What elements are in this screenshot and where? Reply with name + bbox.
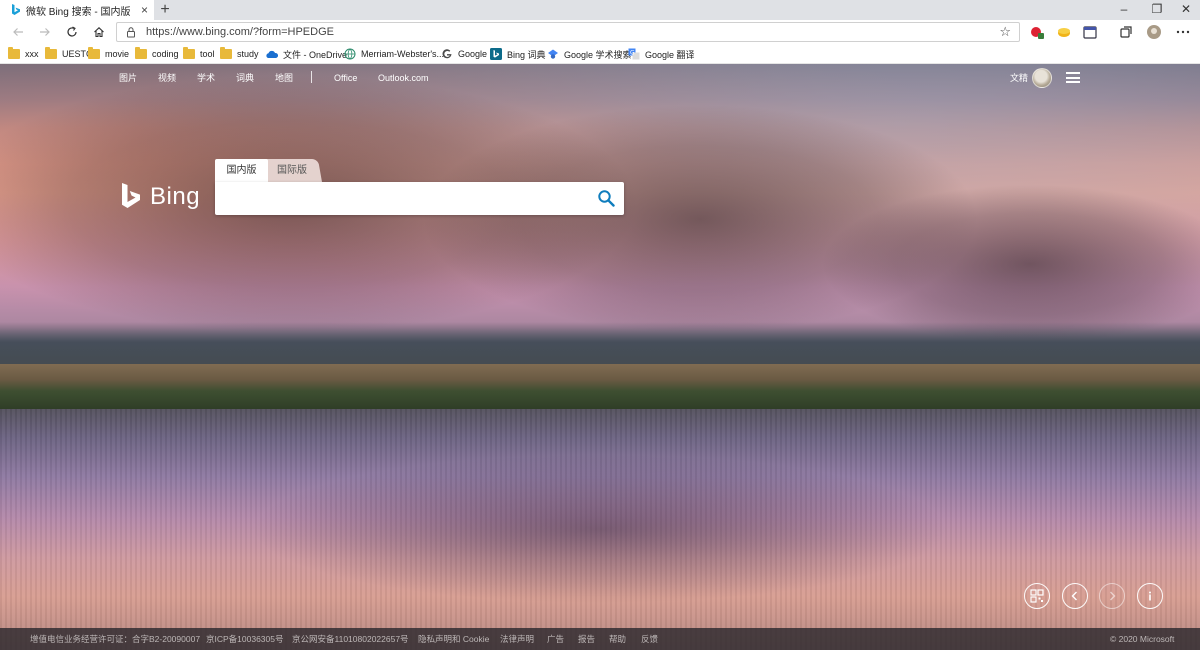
nav-maps[interactable]: 地图 [275,72,293,84]
bing-icon [490,48,502,60]
folder-icon [183,47,195,59]
adblock-extension-icon[interactable] [1029,24,1045,40]
google-icon [442,49,452,59]
image-info-button[interactable] [1137,583,1163,609]
scope-tab-international[interactable]: 国际版 [260,159,322,182]
folder-icon [45,47,57,59]
refresh-button[interactable] [64,24,80,40]
user-avatar[interactable] [1032,68,1052,88]
next-image-button[interactable] [1099,583,1125,609]
nav-office[interactable]: Office [334,72,357,84]
footer-feedback-link[interactable]: 反馈 [641,634,658,644]
bookmark-item[interactable]: G Google 翻译 [628,47,695,61]
browser-tab[interactable]: 微软 Bing 搜索 - 国内版 × [0,0,154,20]
footer-copyright: © 2020 Microsoft [1110,634,1175,644]
bing-footer: 增值电信业务经营许可证：合字B2-20090007 京ICP备10036305号… [0,628,1200,650]
favorite-star-icon[interactable]: ☆ [999,24,1011,39]
footer-privacy-link[interactable]: 隐私声明和 Cookie [418,634,489,644]
bookmark-item[interactable]: coding [135,47,179,61]
footer-ads-link[interactable]: 广告 [547,634,564,644]
forward-button[interactable] [37,24,53,40]
bookmark-item[interactable]: Merriam-Webster's... [344,47,444,61]
footer-help-link[interactable]: 帮助 [609,634,626,644]
bookmark-item[interactable]: movie [88,47,129,61]
user-name[interactable]: 文精 [1010,72,1028,84]
background-reeds [0,364,1200,409]
chevron-left-icon [1071,591,1077,601]
svg-text:G: G [630,49,635,56]
browser-tab-bar: 微软 Bing 搜索 - 国内版 × + – ❐ ✕ [0,0,1200,20]
bookmark-item[interactable]: 文件 - OneDrive [266,47,347,61]
bing-logo[interactable]: Bing [120,182,200,212]
more-options-icon[interactable] [1175,24,1191,40]
folder-icon [220,47,232,59]
bing-favicon-icon [10,4,20,16]
scope-tab-domestic[interactable]: 国内版 [215,159,268,182]
globe-icon [344,48,356,60]
scholar-icon [548,49,558,59]
calendar-extension-icon[interactable] [1082,24,1098,40]
restore-button[interactable]: ❐ [1147,2,1167,16]
bing-logo-text: Bing [150,183,201,210]
footer-police-link[interactable]: 京公网安备11010802022657号 [292,634,409,644]
home-icon [94,27,104,38]
bing-logo-icon [122,183,140,208]
bookmarks-bar: xxx UESTC movie coding tool study 文件 - O… [0,44,1200,64]
close-window-button[interactable]: ✕ [1176,2,1196,16]
address-bar[interactable]: https://www.bing.com/?form=HPEDGE ☆ [116,22,1020,42]
refresh-icon [67,26,77,37]
home-button[interactable] [91,24,107,40]
back-arrow-icon [13,28,23,36]
minimize-button[interactable]: – [1114,2,1134,16]
onedrive-icon [266,50,278,58]
nav-videos[interactable]: 视频 [158,72,176,84]
bookmark-item[interactable]: UESTC [45,47,93,61]
back-button[interactable] [10,24,26,40]
bookmark-item[interactable]: xxx [8,47,39,61]
address-url[interactable]: https://www.bing.com/?form=HPEDGE [146,25,334,39]
folder-icon [8,47,20,59]
nav-outlook[interactable]: Outlook.com [378,72,429,84]
footer-report-link[interactable]: 报告 [578,634,595,644]
new-tab-button[interactable]: + [158,1,172,19]
bookmark-item[interactable]: study [220,47,259,61]
coins-extension-icon[interactable] [1056,24,1072,40]
lock-icon[interactable] [125,26,137,38]
bookmark-item[interactable]: Google 学术搜索 [547,47,632,61]
chevron-right-icon [1110,591,1116,601]
bing-homepage: 图片 视频 学术 词典 地图 Office Outlook.com 文精 Bin… [0,64,1200,650]
search-button[interactable] [596,188,616,208]
bing-top-nav: 图片 视频 学术 词典 地图 Office Outlook.com 文精 [0,64,1200,92]
bookmark-item[interactable]: tool [183,47,215,61]
forward-arrow-icon [40,28,50,36]
previous-image-button[interactable] [1062,583,1088,609]
profile-avatar-icon[interactable] [1146,24,1162,40]
nav-academic[interactable]: 学术 [197,72,215,84]
search-input[interactable] [225,189,585,209]
collections-icon[interactable] [1118,24,1134,40]
bookmark-item[interactable]: Google [441,47,487,61]
qr-code-button[interactable] [1024,583,1050,609]
footer-icp-link[interactable]: 京ICP备10036305号 [206,634,284,644]
bookmark-item[interactable]: Bing 词典 [490,47,546,61]
footer-license-link[interactable]: 增值电信业务经营许可证：合字B2-20090007 [30,634,200,644]
info-icon [1149,591,1151,601]
translate-icon: G [628,48,640,60]
nav-images[interactable]: 图片 [119,72,137,84]
folder-icon [135,47,147,59]
folder-icon [88,47,100,59]
footer-legal-link[interactable]: 法律声明 [500,634,534,644]
search-box [215,182,624,215]
hamburger-menu-icon[interactable] [1066,72,1080,83]
nav-separator [311,71,312,83]
flock-reflection [250,454,950,604]
tab-close-icon[interactable]: × [141,3,148,17]
search-icon [598,190,615,207]
nav-dictionary[interactable]: 词典 [236,72,254,84]
qr-code-icon [1030,589,1044,603]
tab-title: 微软 Bing 搜索 - 国内版 [26,6,131,18]
browser-toolbar: https://www.bing.com/?form=HPEDGE ☆ [0,20,1200,44]
